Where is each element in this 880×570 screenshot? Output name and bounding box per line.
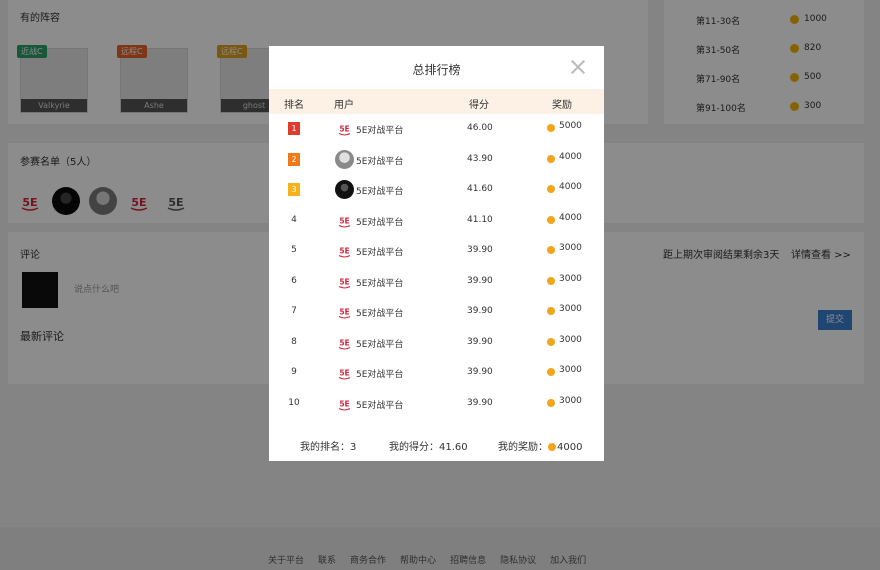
table-row[interactable]: 2 5E对战平台 43.90 4000 xyxy=(269,145,604,175)
user-avatar[interactable]: 5E xyxy=(335,302,354,321)
coin-icon xyxy=(547,185,555,193)
svg-text:5E: 5E xyxy=(339,247,349,256)
user-avatar[interactable]: 5E xyxy=(335,271,354,291)
coin-icon xyxy=(547,215,555,224)
table-header: 排名 用户 得分 奖励 xyxy=(269,89,604,114)
score-value: 39.90 xyxy=(467,397,493,408)
svg-text:5E: 5E xyxy=(339,216,349,225)
coin-icon xyxy=(547,276,555,285)
svg-text:5E: 5E xyxy=(339,308,349,317)
column-header-score: 得分 xyxy=(469,100,489,111)
user-name[interactable]: 5E对战平台 xyxy=(356,184,403,197)
user-name[interactable]: 5E对战平台 xyxy=(356,337,403,350)
coin-icon xyxy=(547,124,555,132)
rank-medal-badge: 1 xyxy=(288,122,300,135)
reward-value: 4000 xyxy=(559,212,582,223)
my-reward-value: 4000 xyxy=(557,442,583,453)
score-value: 39.90 xyxy=(467,367,493,377)
user-name[interactable]: 5E对战平台 xyxy=(356,398,403,411)
my-score: 我的得分：41.60 xyxy=(389,442,468,453)
rank-number: 10 xyxy=(288,397,300,408)
table-row[interactable]: 7 5E 5E对战平台 39.90 3000 xyxy=(269,297,604,327)
column-header-user: 用户 xyxy=(334,100,354,111)
user-name[interactable]: 5E对战平台 xyxy=(356,245,403,258)
reward-value: 3000 xyxy=(559,365,582,375)
user-avatar[interactable]: 5E xyxy=(335,393,354,413)
leaderboard-modal: 总排行榜 排名 用户 得分 奖励 1 5E 5E对战平台 46.00 5000 2 5E对战… xyxy=(269,46,604,461)
rank-number: 5 xyxy=(291,245,297,255)
table-row[interactable]: 10 5E 5E对战平台 39.90 3000 xyxy=(269,389,604,419)
rank-number: 9 xyxy=(291,367,297,377)
svg-text:5E: 5E xyxy=(339,338,349,347)
user-name[interactable]: 5E对战平台 xyxy=(356,123,403,136)
rank-number: 8 xyxy=(291,336,297,347)
score-value: 39.90 xyxy=(467,336,493,347)
user-avatar[interactable]: 5E xyxy=(335,241,354,260)
score-value: 43.90 xyxy=(467,153,493,164)
coin-icon xyxy=(547,398,555,407)
table-row[interactable]: 5 5E 5E对战平台 39.90 3000 xyxy=(269,236,604,266)
rank-medal-badge: 2 xyxy=(288,152,300,166)
reward-value: 4000 xyxy=(559,151,582,162)
user-name[interactable]: 5E对战平台 xyxy=(356,367,403,380)
user-avatar[interactable] xyxy=(335,149,354,169)
score-value: 39.90 xyxy=(467,306,493,316)
my-reward-label: 我的奖励： xyxy=(498,442,548,453)
close-icon[interactable] xyxy=(569,58,587,76)
user-avatar[interactable]: 5E xyxy=(335,119,354,138)
rank-number: 4 xyxy=(291,214,297,225)
user-name[interactable]: 5E对战平台 xyxy=(356,215,403,228)
reward-value: 4000 xyxy=(559,182,582,192)
coin-icon xyxy=(547,368,555,376)
svg-text:5E: 5E xyxy=(339,399,349,408)
reward-value: 3000 xyxy=(559,304,582,314)
my-reward: 我的奖励： 4000 xyxy=(498,438,582,453)
table-row[interactable]: 3 5E对战平台 41.60 4000 xyxy=(269,175,604,205)
user-name[interactable]: 5E对战平台 xyxy=(356,276,403,289)
score-value: 39.90 xyxy=(467,245,493,255)
reward-value: 3000 xyxy=(559,395,582,406)
user-avatar[interactable]: 5E xyxy=(335,332,354,352)
table-row[interactable]: 4 5E 5E对战平台 41.10 4000 xyxy=(269,206,604,236)
coin-icon xyxy=(547,154,555,163)
user-avatar[interactable]: 5E xyxy=(335,210,354,230)
modal-title: 总排行榜 xyxy=(412,63,461,77)
user-avatar[interactable]: 5E xyxy=(335,363,354,382)
coin-icon xyxy=(548,443,556,451)
reward-value: 3000 xyxy=(559,243,582,253)
table-row[interactable]: 6 5E 5E对战平台 39.90 3000 xyxy=(269,267,604,297)
coin-icon xyxy=(547,307,555,315)
column-header-rank: 排名 xyxy=(284,100,304,111)
my-rank: 我的排名：3 xyxy=(300,442,357,453)
reward-value: 3000 xyxy=(559,273,582,284)
reward-value: 5000 xyxy=(559,121,582,131)
table-row[interactable]: 9 5E 5E对战平台 39.90 3000 xyxy=(269,358,604,388)
score-value: 39.90 xyxy=(467,275,493,286)
rank-number: 6 xyxy=(291,275,297,286)
score-value: 46.00 xyxy=(467,123,493,133)
rank-medal-badge: 3 xyxy=(288,183,300,196)
svg-text:5E: 5E xyxy=(339,277,349,286)
user-name[interactable]: 5E对战平台 xyxy=(356,306,403,319)
svg-text:5E: 5E xyxy=(339,125,349,134)
table-row[interactable]: 1 5E 5E对战平台 46.00 5000 xyxy=(269,114,604,144)
svg-text:5E: 5E xyxy=(339,369,349,378)
user-name[interactable]: 5E对战平台 xyxy=(356,154,403,167)
user-avatar[interactable] xyxy=(335,180,354,199)
table-row[interactable]: 8 5E 5E对战平台 39.90 3000 xyxy=(269,328,604,358)
score-value: 41.60 xyxy=(467,184,493,194)
reward-value: 3000 xyxy=(559,334,582,345)
rank-number: 7 xyxy=(291,306,297,316)
column-header-reward: 奖励 xyxy=(552,100,572,111)
score-value: 41.10 xyxy=(467,214,493,225)
coin-icon xyxy=(547,246,555,254)
coin-icon xyxy=(547,337,555,346)
